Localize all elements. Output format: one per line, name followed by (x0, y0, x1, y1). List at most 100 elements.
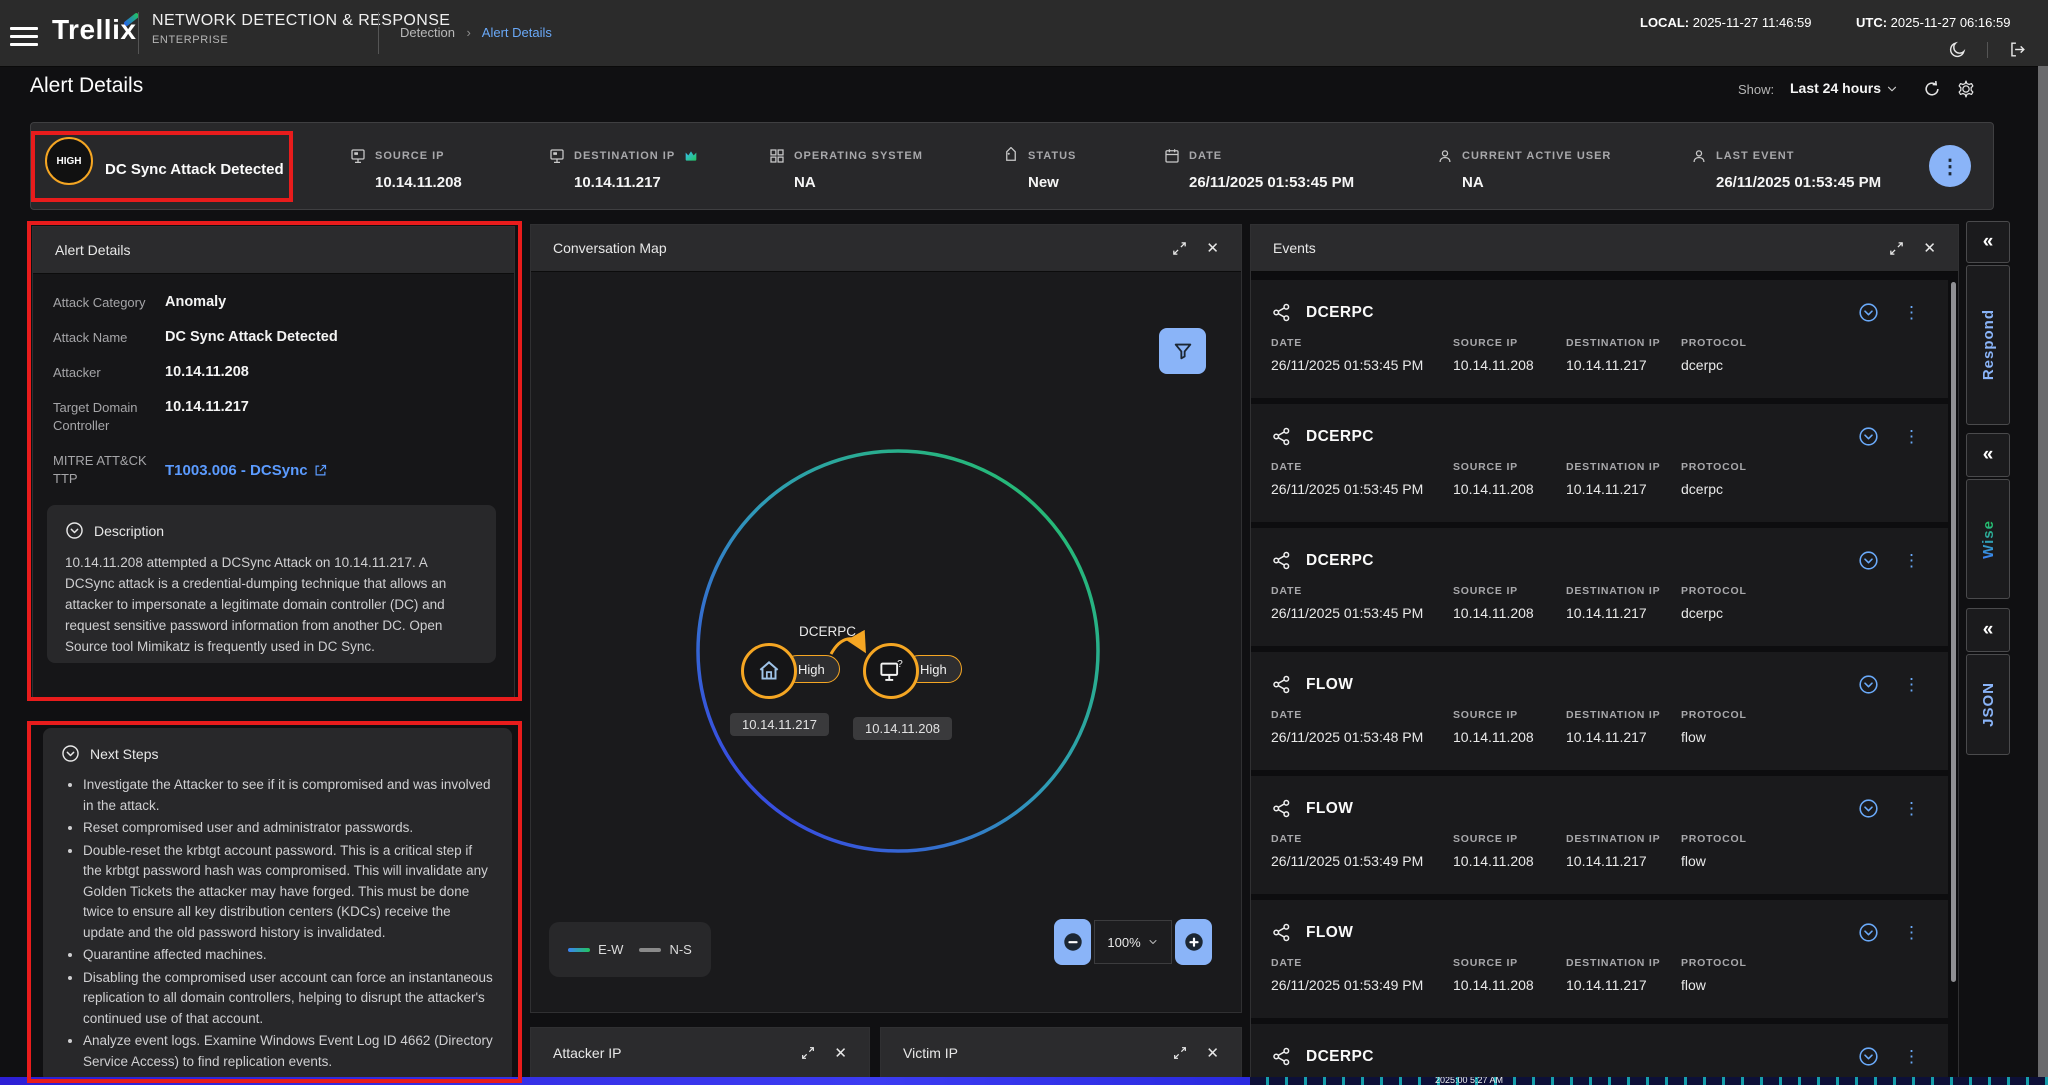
summary-field-source-ip: SOURCE IP 10.14.11.208 (349, 147, 462, 191)
column-header-protocol: PROTOCOL (1681, 585, 1747, 597)
event-menu-icon[interactable]: ⋮ (1903, 1047, 1920, 1067)
expand-event-icon[interactable] (1858, 922, 1879, 943)
expand-panel-icon[interactable] (1172, 1045, 1188, 1061)
event-card[interactable]: DCERPC ⋮ DATE SOURCE IP DESTINATION IP P… (1251, 1024, 1948, 1085)
show-label: Show: (1738, 82, 1774, 97)
event-source-ip: 10.14.11.208 (1453, 481, 1566, 497)
mitre-ttp-link[interactable]: T1003.006 - DCSync (165, 462, 308, 479)
zoom-out-button[interactable] (1054, 919, 1091, 965)
calendar-icon (1163, 147, 1181, 165)
expand-panel-icon[interactable] (1888, 240, 1905, 257)
events-list: DCERPC ⋮ DATE26/11/2025 01:53:45 PM SOUR… (1251, 272, 1958, 1085)
expand-event-icon[interactable] (1858, 1046, 1879, 1067)
event-date: 26/11/2025 01:53:49 PM (1271, 977, 1453, 993)
top-bar: Trellix NETWORK DETECTION & RESPONSE ENT… (0, 0, 2048, 67)
column-header-protocol: PROTOCOL (1681, 461, 1747, 473)
conversation-map-canvas[interactable]: DCERPC High 10.14.11.217 High 10.14.11.2… (531, 272, 1241, 1011)
map-legend: E-W N-S (549, 922, 711, 977)
expand-event-icon[interactable] (1858, 550, 1879, 571)
column-header-source-ip: SOURCE IP (1453, 585, 1566, 597)
refresh-icon[interactable] (1922, 79, 1942, 99)
column-header-destination-ip: DESTINATION IP (1566, 957, 1681, 969)
event-menu-icon[interactable]: ⋮ (1903, 303, 1920, 323)
event-card[interactable]: DCERPC ⋮ DATE26/11/2025 01:53:45 PM SOUR… (1251, 280, 1948, 398)
divider (378, 12, 379, 54)
timeline-ticks-area: 2025:00 5:27 AM (1250, 1077, 2048, 1085)
next-step-item: Investigate the Attacker to see if it is… (83, 775, 494, 816)
time-range-dropdown[interactable]: Last 24 hours (1790, 80, 1899, 96)
event-type: FLOW (1306, 800, 1858, 818)
event-card[interactable]: DCERPC ⋮ DATE26/11/2025 01:53:45 PM SOUR… (1251, 528, 1948, 646)
crown-icon (683, 148, 699, 164)
tag-icon (1002, 147, 1020, 165)
event-menu-icon[interactable]: ⋮ (1903, 923, 1920, 943)
expand-wise-panel-button[interactable]: « (1966, 433, 2010, 477)
event-card[interactable]: FLOW ⋮ DATE26/11/2025 01:53:49 PM SOURCE… (1251, 776, 1948, 894)
domain-controller-node[interactable] (741, 643, 797, 699)
mitre-label: MITRE ATT&CK TTP (53, 452, 165, 488)
zoom-in-button[interactable] (1175, 919, 1212, 965)
dark-mode-icon[interactable] (1948, 40, 1967, 59)
os-value: NA (794, 174, 923, 191)
expand-respond-panel-button[interactable]: « (1966, 221, 2010, 263)
expand-event-icon[interactable] (1858, 302, 1879, 323)
expand-event-icon[interactable] (1858, 798, 1879, 819)
page-scrollbar[interactable] (2038, 66, 2048, 1085)
attack-name-label: Attack Name (53, 329, 165, 347)
page-title: Alert Details (30, 74, 143, 98)
logout-icon[interactable] (2008, 40, 2027, 59)
trellix-logo: Trellix (52, 14, 136, 46)
minus-icon (1062, 931, 1084, 953)
collapse-section-icon[interactable] (61, 744, 80, 763)
divider (1987, 42, 1988, 58)
event-menu-icon[interactable]: ⋮ (1903, 427, 1920, 447)
next-steps-list: Investigate the Attacker to see if it is… (61, 775, 494, 1072)
event-menu-icon[interactable]: ⋮ (1903, 799, 1920, 819)
close-panel-icon[interactable]: ✕ (834, 1044, 847, 1062)
tab-wise[interactable]: Wise (1966, 479, 2010, 599)
expand-event-icon[interactable] (1858, 674, 1879, 695)
event-protocol: dcerpc (1681, 357, 1747, 373)
event-destination-ip: 10.14.11.217 (1566, 729, 1681, 745)
event-protocol: flow (1681, 977, 1747, 993)
ew-legend-label: E-W (598, 942, 623, 957)
event-card[interactable]: FLOW ⋮ DATE26/11/2025 01:53:49 PM SOURCE… (1251, 900, 1948, 1018)
summary-field-status: STATUS New (1002, 147, 1076, 191)
collapse-section-icon[interactable] (65, 521, 84, 540)
column-header-source-ip: SOURCE IP (1453, 337, 1566, 349)
event-protocol: flow (1681, 729, 1747, 745)
settings-gear-icon[interactable] (1956, 79, 1976, 99)
column-header-protocol: PROTOCOL (1681, 957, 1747, 969)
event-card[interactable]: DCERPC ⋮ DATE26/11/2025 01:53:45 PM SOUR… (1251, 404, 1948, 522)
event-menu-icon[interactable]: ⋮ (1903, 551, 1920, 571)
utc-time: UTC: 2025-11-27 06:16:59 (1856, 15, 2010, 30)
event-menu-icon[interactable]: ⋮ (1903, 675, 1920, 695)
breadcrumb-parent[interactable]: Detection (400, 25, 455, 40)
breadcrumb: Detection › Alert Details (400, 25, 552, 40)
expand-panel-icon[interactable] (800, 1045, 816, 1061)
attacker-value: 10.14.11.208 (165, 364, 249, 382)
event-source-ip: 10.14.11.208 (1453, 977, 1566, 993)
attacker-host-node[interactable] (863, 643, 919, 699)
events-scrollbar[interactable] (1951, 282, 1956, 982)
tab-json[interactable]: JSON (1966, 654, 2010, 755)
event-card[interactable]: FLOW ⋮ DATE26/11/2025 01:53:48 PM SOURCE… (1251, 652, 1948, 770)
expand-panel-icon[interactable] (1171, 240, 1188, 257)
hamburger-menu-icon[interactable] (10, 22, 38, 44)
panel-title: Alert Details (55, 242, 492, 258)
column-header-protocol: PROTOCOL (1681, 709, 1747, 721)
alert-actions-menu-button[interactable]: ⋮ (1929, 145, 1971, 187)
column-header-destination-ip: DESTINATION IP (1566, 709, 1681, 721)
close-panel-icon[interactable]: ✕ (1206, 239, 1219, 257)
expand-json-panel-button[interactable]: « (1966, 608, 2010, 652)
panel-title: Attacker IP (553, 1045, 800, 1061)
close-panel-icon[interactable]: ✕ (1923, 239, 1936, 257)
close-panel-icon[interactable]: ✕ (1206, 1044, 1219, 1062)
tab-respond[interactable]: Respond (1966, 265, 2010, 425)
expand-event-icon[interactable] (1858, 426, 1879, 447)
column-header-source-ip: SOURCE IP (1453, 709, 1566, 721)
summary-field-date: DATE 26/11/2025 01:53:45 PM (1163, 147, 1354, 191)
zoom-level-dropdown[interactable]: 100% (1094, 920, 1172, 964)
events-panel: Events ✕ DCERPC ⋮ (1250, 224, 1959, 1085)
timeline-bar (0, 1077, 1250, 1085)
